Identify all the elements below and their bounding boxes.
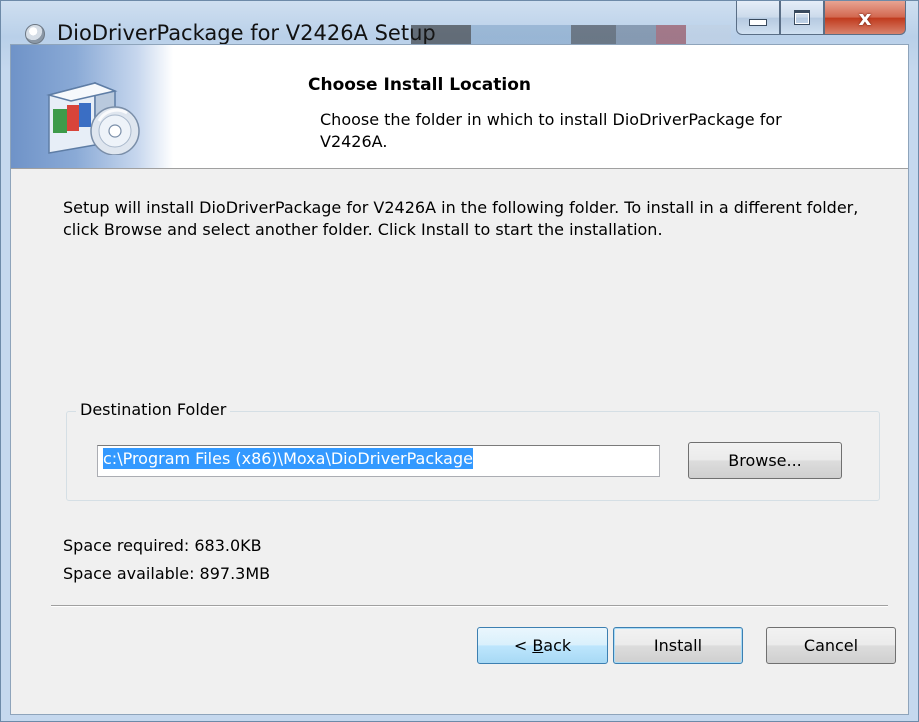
close-icon: x	[858, 5, 872, 30]
install-description: Setup will install DioDriverPackage for …	[63, 198, 859, 239]
minimize-button[interactable]	[736, 1, 780, 35]
window-title: DioDriverPackage for V2426A Setup	[57, 21, 436, 45]
browse-button[interactable]: Browse...	[688, 442, 842, 479]
cancel-button[interactable]: Cancel	[766, 627, 896, 664]
maximize-icon	[794, 10, 810, 25]
page-subtitle: Choose the folder in which to install Di…	[320, 110, 782, 151]
caption-buttons: x	[736, 1, 906, 35]
minimize-icon	[749, 19, 767, 26]
header-banner	[11, 45, 173, 168]
back-button-label: ack	[543, 636, 572, 655]
back-button-accelerator: B	[532, 636, 544, 655]
page-title: Choose Install Location	[308, 75, 532, 95]
space-required-text: Space required: 683.0KB	[63, 536, 262, 555]
destination-path-value: c:\Program Files (x86)\Moxa\DioDriverPac…	[103, 448, 473, 469]
software-box-cd-icon	[46, 81, 140, 155]
setup-app-icon	[25, 24, 45, 44]
installer-window: DioDriverPackage for V2426A Setup x Choo…	[0, 0, 919, 722]
maximize-button[interactable]	[780, 1, 824, 35]
back-button-prefix: <	[513, 636, 533, 655]
destination-path-input[interactable]: c:\Program Files (x86)\Moxa\DioDriverPac…	[97, 445, 660, 477]
install-button[interactable]: Install	[613, 627, 743, 664]
destination-folder-group: Destination Folder c:\Program Files (x86…	[66, 400, 880, 501]
close-button[interactable]: x	[824, 1, 906, 35]
page-header: Choose Install Location Choose the folde…	[11, 45, 908, 169]
dialog-client-area: Choose Install Location Choose the folde…	[10, 44, 909, 715]
back-button[interactable]: < Back	[477, 627, 608, 664]
footer-divider	[51, 605, 888, 607]
destination-folder-label: Destination Folder	[76, 400, 231, 419]
space-available-text: Space available: 897.3MB	[63, 564, 271, 583]
